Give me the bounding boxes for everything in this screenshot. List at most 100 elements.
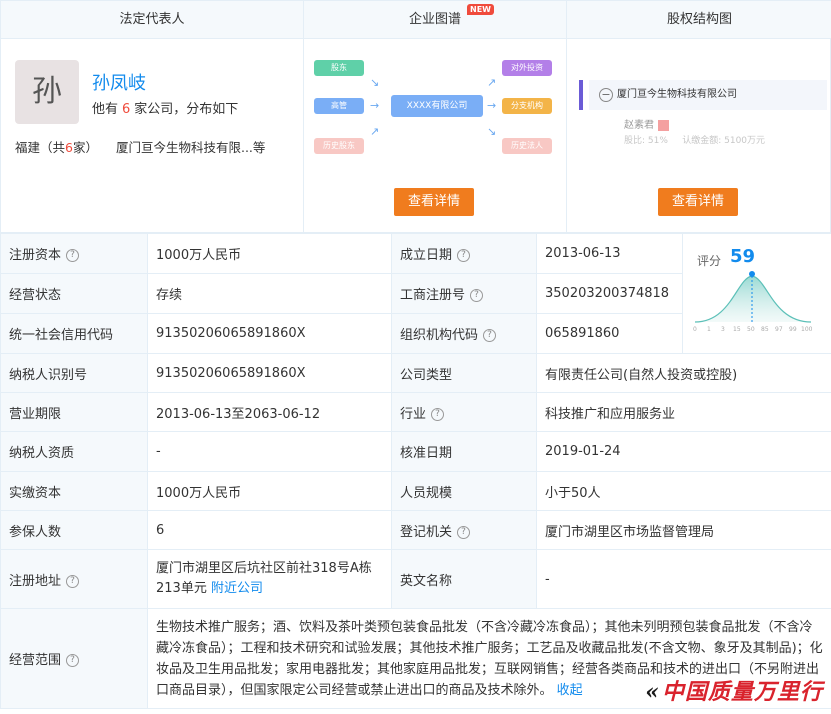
equity-preview: − 厦门亘今生物科技有限公司 赵素君 股比: 51% 认缴金额: 5100万元 [579, 80, 829, 148]
graph-node-center: XXXX有限公司 [391, 95, 483, 117]
graph-detail-button[interactable]: 查看详情 [394, 188, 474, 216]
graph-node-history-shareholder: 历史股东 [314, 138, 364, 154]
table-row: 营业期限 2013-06-13至2063-06-12 行业? 科技推广和应用服务… [0, 392, 831, 432]
label-credit-code: 统一社会信用代码 [0, 313, 148, 354]
help-icon[interactable]: ? [457, 525, 471, 539]
graph-node-investment: 对外投资 [502, 60, 552, 76]
label-industry: 行业? [391, 392, 537, 432]
value-registration-authority: 厦门市湖里区市场监督管理局 [536, 510, 831, 550]
equity-company-name: 厦门亘今生物科技有限公司 [617, 89, 737, 100]
value-english-name: - [536, 549, 831, 609]
nearby-companies-link[interactable]: 附近公司 [211, 581, 263, 596]
label-reg-number: 工商注册号? [391, 273, 537, 314]
label-registration-authority: 登记机关? [391, 510, 537, 550]
label-registered-capital: 注册资本? [0, 233, 148, 274]
help-icon[interactable]: ? [457, 249, 471, 262]
person-tag-icon [658, 119, 669, 131]
score-tick: 0 [693, 326, 697, 333]
value-registered-capital: 1000万人民币 [147, 233, 392, 274]
arrow-icon: ↗ [487, 76, 497, 89]
graph-node-executive: 高管 [314, 98, 364, 114]
value-address: 厦门市湖里区后坑社区前社318号A栋213单元 附近公司 [147, 549, 392, 609]
equity-structure-panel: 股权结构图 − 厦门亘今生物科技有限公司 赵素君 股比: 51% 认缴金额: 5… [567, 1, 831, 234]
graph-node-branch: 分支机构 [502, 98, 552, 114]
table-row: 纳税人资质 - 核准日期 2019-01-24 [0, 431, 831, 472]
value-approval-date: 2019-01-24 [536, 431, 831, 472]
value-founded-date: 2013-06-13 [536, 233, 683, 274]
avatar: 孙 [15, 60, 79, 124]
label-business-term: 营业期限 [0, 392, 148, 432]
arrow-icon: → [487, 99, 497, 112]
company-count: 6 [122, 102, 131, 117]
table-row: 注册资本? 1000万人民币 成立日期? 2013-06-13 评分 59 0 [0, 233, 831, 354]
label-founded-date: 成立日期? [391, 233, 537, 274]
table-row: 注册地址? 厦门市湖里区后坑社区前社318号A栋213单元 附近公司 英文名称 … [0, 549, 831, 609]
legal-rep-title: 法定代表人 [1, 1, 303, 39]
collapse-icon[interactable]: − [599, 88, 613, 102]
value-credit-code: 91350206065891860X [147, 313, 392, 354]
table-row: 纳税人识别号 91350206065891860X 公司类型 有限责任公司(自然… [0, 353, 831, 393]
equity-structure-title: 股权结构图 [567, 1, 831, 39]
value-taxpayer-id: 91350206065891860X [147, 353, 392, 393]
score-tick: 3 [721, 326, 725, 333]
equity-detail-button[interactable]: 查看详情 [658, 188, 738, 216]
label-paid-capital: 实缴资本 [0, 471, 148, 511]
label-staff-size: 人员规模 [391, 471, 537, 511]
score-chart[interactable]: 评分 59 0 1 3 15 50 85 97 99 100 [682, 233, 831, 354]
new-badge: NEW [467, 4, 494, 15]
equity-holder: 赵素君 [624, 116, 669, 131]
arrow-icon: ↘ [487, 125, 497, 138]
region-company[interactable]: 厦门亘今生物科技有限...等 [116, 140, 265, 155]
help-icon[interactable]: ? [483, 329, 497, 342]
value-org-code: 065891860 [536, 313, 683, 354]
label-org-code: 组织机构代码? [391, 313, 537, 354]
graph-node-shareholder: 股东 [314, 60, 364, 76]
value-staff-size: 小于50人 [536, 471, 831, 511]
score-tick: 50 [747, 326, 755, 333]
value-company-type: 有限责任公司(自然人投资或控股) [536, 353, 831, 393]
legal-rep-panel: 法定代表人 孙 孙凤岐 他有 6 家公司，分布如下 福建（共6家） 厦门亘今生物科技有… [1, 1, 304, 234]
help-icon[interactable]: ? [431, 407, 445, 421]
score-tick: 100 [801, 326, 813, 333]
collapse-link[interactable]: 收起 [557, 683, 583, 698]
score-tick: 1 [707, 326, 711, 333]
label-status: 经营状态 [0, 273, 148, 314]
value-business-term: 2013-06-13至2063-06-12 [147, 392, 392, 432]
arrow-icon: ↘ [370, 76, 380, 89]
value-paid-capital: 1000万人民币 [147, 471, 392, 511]
top-panels: 法定代表人 孙 孙凤岐 他有 6 家公司，分布如下 福建（共6家） 厦门亘今生物科技有… [0, 0, 831, 234]
label-insured-count: 参保人数 [0, 510, 148, 550]
enterprise-graph-title: 企业图谱 NEW [304, 1, 566, 39]
value-taxpayer-qualification: - [147, 431, 392, 472]
score-tick: 97 [775, 326, 783, 333]
score-tick: 85 [761, 326, 769, 333]
value-insured-count: 6 [147, 510, 392, 550]
help-icon[interactable]: ? [66, 654, 80, 667]
score-tick: 15 [733, 326, 741, 333]
legal-rep-summary: 他有 6 家公司，分布如下 [92, 102, 239, 117]
logo-mark-icon: « [645, 679, 660, 705]
arrow-icon: → [370, 99, 380, 112]
label-company-type: 公司类型 [391, 353, 537, 393]
label-address: 注册地址? [0, 549, 148, 609]
help-icon[interactable]: ? [66, 574, 80, 588]
legal-rep-name-link[interactable]: 孙凤岐 [92, 69, 146, 95]
region-summary[interactable]: 福建（共6家） 厦门亘今生物科技有限...等 [15, 137, 265, 156]
score-tick: 99 [789, 326, 797, 333]
table-row: 实缴资本 1000万人民币 人员规模 小于50人 [0, 471, 831, 511]
watermark-logo: «中国质量万里行 [645, 679, 823, 705]
label-taxpayer-qualification: 纳税人资质 [0, 431, 148, 472]
value-reg-number: 350203200374818 [536, 273, 683, 314]
value-industry: 科技推广和应用服务业 [536, 392, 831, 432]
label-business-scope: 经营范围? [0, 608, 148, 709]
table-row: 参保人数 6 登记机关? 厦门市湖里区市场监督管理局 [0, 510, 831, 550]
enterprise-graph-panel: 企业图谱 NEW 股东 高管 历史股东 ↘ → ↗ XXXX有限公司 ↗ → ↘ … [304, 1, 567, 234]
score-ticks: 0 1 3 15 50 85 97 99 100 [693, 326, 813, 333]
label-taxpayer-id: 纳税人识别号 [0, 353, 148, 393]
help-icon[interactable]: ? [66, 249, 80, 262]
business-info-table: 注册资本? 1000万人民币 成立日期? 2013-06-13 评分 59 0 [0, 233, 831, 709]
help-icon[interactable]: ? [470, 289, 484, 302]
arrow-icon: ↗ [370, 125, 380, 138]
value-status: 存续 [147, 273, 392, 314]
label-english-name: 英文名称 [391, 549, 537, 609]
